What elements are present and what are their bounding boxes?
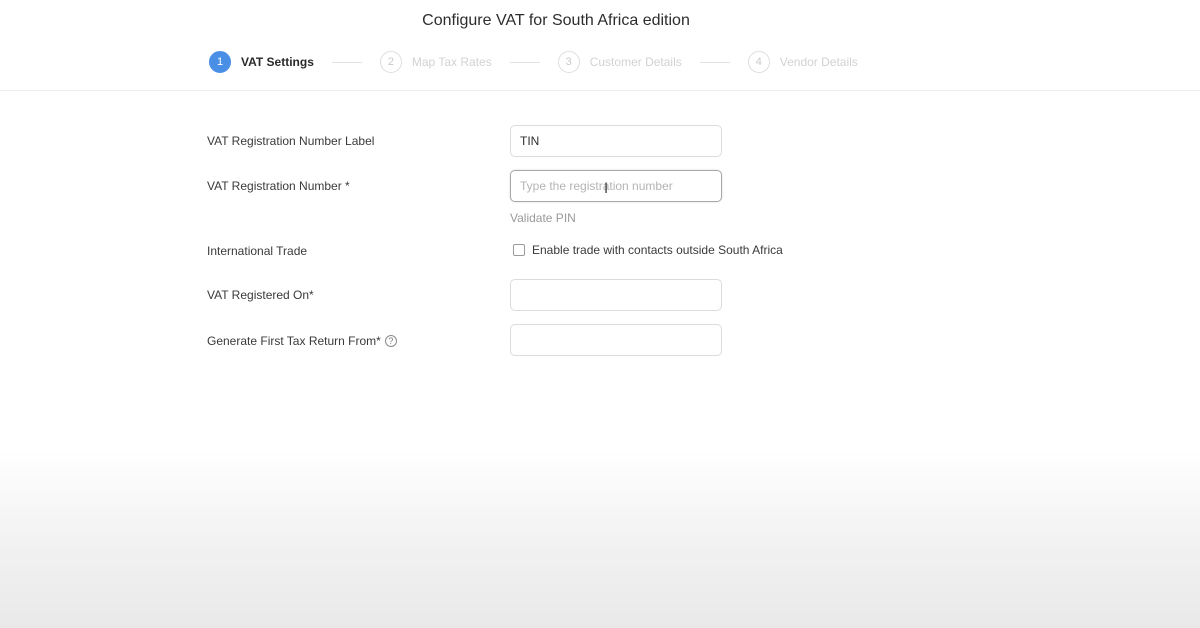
step-label: Customer Details bbox=[589, 55, 682, 69]
vat-reg-label-label: VAT Registration Number Label bbox=[207, 134, 375, 148]
vat-reg-label-input[interactable] bbox=[510, 125, 722, 157]
first-tax-return-label-text: Generate First Tax Return From* bbox=[207, 333, 381, 348]
step-connector bbox=[699, 61, 730, 63]
step-number: 2 bbox=[379, 51, 402, 73]
step-label: Map Tax Rates bbox=[411, 55, 492, 69]
validate-pin-link[interactable]: Validate PIN bbox=[510, 211, 576, 225]
step-connector bbox=[509, 61, 540, 63]
text-cursor-icon: I bbox=[604, 181, 609, 197]
vat-reg-number-input[interactable] bbox=[510, 170, 722, 202]
international-trade-option[interactable]: Enable trade with contacts outside South… bbox=[513, 243, 783, 257]
step-number: 1 bbox=[209, 51, 231, 73]
first-tax-return-input[interactable] bbox=[510, 324, 722, 356]
international-trade-checkbox-label[interactable]: Enable trade with contacts outside South… bbox=[532, 243, 783, 257]
step-number: 4 bbox=[747, 51, 770, 73]
step-vat-settings[interactable]: 1 VAT Settings bbox=[209, 51, 314, 73]
vat-reg-number-label: VAT Registration Number * bbox=[207, 179, 350, 193]
international-trade-checkbox[interactable] bbox=[513, 244, 525, 256]
step-vendor-details[interactable]: 4 Vendor Details bbox=[747, 51, 858, 73]
first-tax-return-label: Generate First Tax Return From* ? bbox=[207, 333, 397, 348]
step-map-tax-rates[interactable]: 2 Map Tax Rates bbox=[379, 51, 492, 73]
vat-registered-on-label: VAT Registered On* bbox=[207, 288, 314, 302]
step-connector bbox=[331, 61, 362, 63]
step-label: Vendor Details bbox=[779, 55, 858, 69]
step-number: 3 bbox=[557, 51, 580, 73]
step-customer-details[interactable]: 3 Customer Details bbox=[557, 51, 682, 73]
page-title: Configure VAT for South Africa edition bbox=[422, 12, 690, 29]
international-trade-label: International Trade bbox=[207, 244, 308, 258]
help-icon[interactable]: ? bbox=[384, 334, 397, 347]
page-header: Configure VAT for South Africa edition 1… bbox=[0, 0, 1200, 91]
step-label: VAT Settings bbox=[241, 55, 314, 69]
vat-registered-on-input[interactable] bbox=[510, 279, 722, 311]
setup-stepper: 1 VAT Settings 2 Map Tax Rates 3 Custome… bbox=[209, 50, 858, 74]
